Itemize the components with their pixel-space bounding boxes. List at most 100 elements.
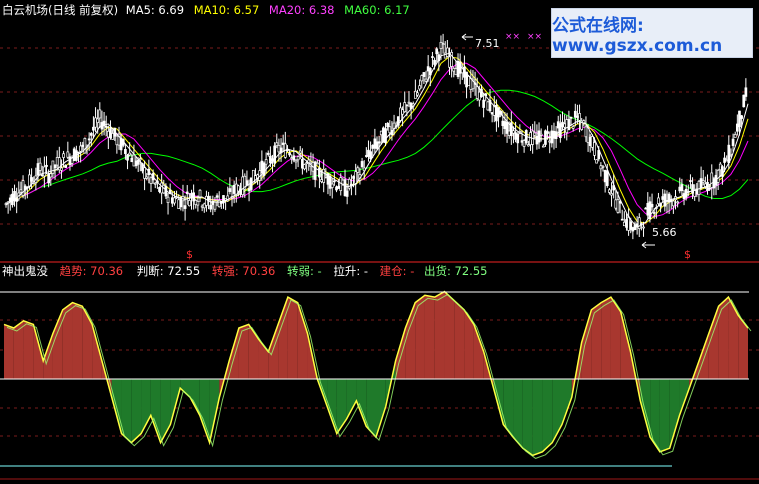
- candle-body: [337, 185, 340, 189]
- high-price-label: 7.51: [475, 37, 500, 50]
- low-price-label: 5.66: [652, 226, 677, 239]
- candle-body: [77, 151, 80, 154]
- candle-body: [477, 91, 481, 101]
- ma60-value: MA60: 6.17: [344, 3, 410, 17]
- candle-body: [676, 201, 679, 204]
- candle-body: [264, 159, 268, 165]
- candle-body: [128, 152, 132, 156]
- candle-body: [697, 180, 701, 195]
- candle-body: [650, 203, 654, 208]
- candle-body: [431, 56, 434, 58]
- candle-body: [439, 42, 443, 49]
- candle-body: [343, 179, 347, 197]
- candle-body: [520, 140, 524, 143]
- candle-body: [320, 179, 323, 182]
- candle-body: [422, 72, 426, 77]
- candle-body: [262, 162, 266, 176]
- candle-body: [537, 130, 541, 143]
- candle-body: [644, 207, 648, 210]
- candle-body: [196, 201, 200, 206]
- candle-body: [130, 158, 134, 163]
- indicator-name: 神出鬼没: [2, 264, 48, 278]
- candle-body: [475, 86, 479, 99]
- candle-body: [533, 132, 537, 136]
- candle-body: [556, 121, 560, 129]
- candle-body: [166, 196, 170, 204]
- bull-area-segment: [708, 306, 719, 379]
- candle-body: [490, 112, 494, 115]
- candle-body: [124, 149, 127, 154]
- bear-area-segment: [121, 379, 132, 443]
- candle-body: [217, 200, 221, 208]
- candle-body: [194, 200, 198, 205]
- bear-area-segment: [376, 379, 386, 438]
- candle-body: [386, 122, 390, 128]
- candle-body: [403, 102, 407, 113]
- candle-body: [213, 201, 217, 210]
- candle-body: [153, 182, 157, 185]
- candle-body: [207, 195, 210, 201]
- candle-body: [584, 126, 588, 138]
- candle-body: [19, 189, 23, 193]
- mark-2: ××: [527, 32, 542, 42]
- candle-body: [399, 107, 402, 121]
- candle-body: [435, 48, 439, 55]
- candle-body: [40, 174, 44, 177]
- chart-canvas[interactable]: 7.51 ×× ×× 5.66 $ $: [0, 0, 759, 484]
- candle-body: [503, 121, 507, 129]
- bull-area-segment: [415, 295, 425, 379]
- candle-body: [458, 61, 462, 74]
- candle-body: [237, 185, 240, 192]
- candlesticks[interactable]: [4, 33, 748, 240]
- candle-body: [288, 152, 291, 156]
- bear-area-segment: [131, 379, 142, 443]
- bear-area-segment: [180, 379, 190, 398]
- candle-body: [369, 151, 372, 159]
- candle-body: [51, 160, 55, 174]
- candle-body: [699, 178, 703, 189]
- candle-body: [527, 144, 530, 147]
- candle-body: [725, 159, 729, 162]
- candle-body: [446, 47, 449, 57]
- candle-body: [277, 145, 281, 153]
- candle-body: [529, 132, 532, 146]
- candle-body: [275, 142, 279, 146]
- candle-body: [38, 162, 42, 171]
- bull-area-segment: [434, 291, 445, 379]
- candle-body: [620, 218, 624, 221]
- ship-value: 出货: 72.55: [424, 264, 488, 278]
- candle-body: [318, 167, 321, 178]
- candle-body: [98, 109, 102, 119]
- signal-marker-1: $: [186, 248, 193, 261]
- candle-body: [576, 115, 579, 118]
- candle-body: [561, 121, 564, 128]
- candle-body: [205, 195, 208, 206]
- candle-body: [188, 200, 191, 207]
- candle-body: [292, 155, 296, 161]
- watermark-banner: 公式在线网: www.gszx.com.cn: [551, 8, 753, 58]
- candle-body: [567, 119, 571, 131]
- candle-body: [388, 126, 392, 134]
- candle-body: [514, 132, 517, 140]
- candle-body: [593, 142, 596, 156]
- candle-body: [712, 178, 716, 189]
- candle-body: [375, 141, 379, 149]
- candle-body: [469, 78, 473, 90]
- candle-body: [599, 165, 603, 170]
- candle-body: [693, 190, 697, 197]
- candle-body: [132, 154, 136, 167]
- candle-body: [89, 133, 93, 136]
- candle-body: [324, 175, 328, 178]
- price-pane-header: 白云机场(日线 前复权) MA5: 6.69 MA10: 6.57 MA20: …: [2, 3, 410, 17]
- candle-body: [744, 87, 748, 97]
- candle-body: [701, 180, 705, 183]
- candle-body: [588, 136, 592, 146]
- candle-body: [305, 162, 308, 165]
- candle-body: [36, 163, 40, 176]
- candle-body: [605, 170, 609, 186]
- candle-body: [591, 136, 594, 148]
- signal-marker-2: $: [684, 248, 691, 261]
- candle-body: [405, 104, 409, 107]
- watermark-text: 公式在线网: www.gszx.com.cn: [552, 15, 723, 56]
- candle-body: [512, 130, 515, 134]
